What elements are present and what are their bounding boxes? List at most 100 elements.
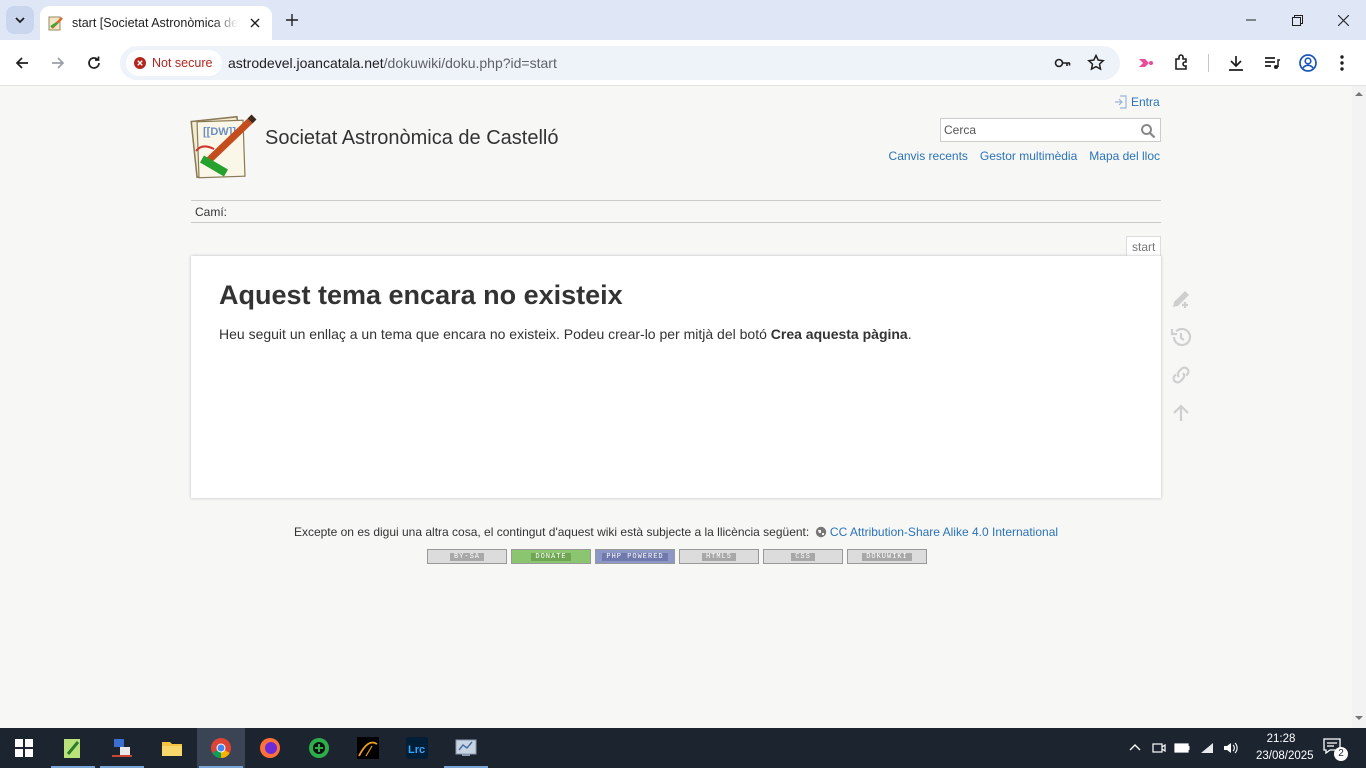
media-manager-link[interactable]: Gestor multimèdia: [980, 149, 1077, 163]
breadcrumb: Camí:: [191, 200, 1161, 223]
warning-icon: [134, 57, 146, 69]
start-button[interactable]: [0, 728, 48, 768]
login-label: Entra: [1131, 95, 1160, 109]
html5-badge[interactable]: HTML5: [679, 549, 759, 564]
menu-button[interactable]: [1330, 51, 1354, 75]
taskbar-app-firefox[interactable]: [246, 728, 294, 768]
dokuwiki-logo[interactable]: [[DW]]: [190, 113, 258, 181]
star-icon: [1087, 54, 1105, 71]
taskbar-app-monitor[interactable]: [442, 728, 490, 768]
close-window-button[interactable]: [1320, 0, 1366, 40]
page-message: Heu seguit un enllaç a un tema que encar…: [219, 326, 912, 342]
page-tools: [1168, 286, 1196, 438]
media-controls-button[interactable]: [1260, 51, 1284, 75]
globe-icon: [815, 526, 826, 538]
recent-changes-link[interactable]: Canvis recents: [889, 149, 968, 163]
notepad-app-icon: [64, 739, 80, 758]
notification-count: 2: [1334, 747, 1348, 761]
old-revisions-icon: [1170, 327, 1192, 347]
tray-battery[interactable]: [1174, 740, 1190, 756]
taskbar-app-lightroom[interactable]: Lrc: [393, 728, 441, 768]
media-queue-icon: [1265, 57, 1280, 69]
tray-meet-now[interactable]: [1151, 740, 1167, 756]
taskbar-app-notepad-plus[interactable]: [49, 728, 97, 768]
badge-label: CSS: [791, 552, 815, 561]
search-box: [940, 118, 1161, 142]
message-end: .: [907, 326, 912, 342]
folder-icon: [162, 742, 182, 756]
forward-button[interactable]: [44, 49, 72, 77]
site-title[interactable]: Societat Astronòmica de Castelló: [265, 127, 559, 150]
page-scrollbar[interactable]: [1352, 86, 1366, 728]
license-link[interactable]: CC Attribution-Share Alike 4.0 Internati…: [830, 525, 1058, 539]
restore-button[interactable]: [1274, 0, 1320, 40]
svg-text:Lrc: Lrc: [408, 744, 425, 756]
breadcrumb-label: Camí:: [195, 205, 228, 219]
url-host: astrodevel.joancatala.net: [228, 55, 384, 71]
login-link[interactable]: Entra: [1114, 95, 1160, 109]
create-page-button[interactable]: [1168, 286, 1194, 312]
tray-volume[interactable]: [1222, 740, 1238, 756]
css-badge[interactable]: CSS: [763, 549, 843, 564]
lightroom-icon: Lrc: [406, 737, 428, 759]
show-hidden-icons-button[interactable]: [1127, 740, 1143, 756]
taskbar-app-astro[interactable]: [344, 728, 392, 768]
badge-label: BY-SA: [449, 552, 484, 561]
site-info-chip[interactable]: Not secure: [126, 50, 223, 76]
profile-button[interactable]: [1296, 51, 1320, 75]
back-to-top-button[interactable]: [1168, 400, 1194, 426]
tab-search-button[interactable]: [6, 6, 34, 34]
search-input[interactable]: [941, 119, 1131, 141]
address-bar[interactable]: Not secure astrodevel.joancatala.net/dok…: [120, 46, 1120, 80]
extensions-button[interactable]: [1170, 51, 1194, 75]
taskbar-clock[interactable]: 21:28 23/08/2025: [1256, 731, 1314, 765]
scroll-down-icon[interactable]: [1355, 714, 1363, 722]
backlinks-icon: [1172, 366, 1190, 384]
notification-center-button[interactable]: 2: [1322, 736, 1348, 761]
search-icon[interactable]: [1140, 123, 1156, 139]
extension-button[interactable]: [1134, 51, 1158, 75]
taskbar-app-chrome[interactable]: [197, 728, 245, 768]
php-badge[interactable]: PHP POWERED: [595, 549, 675, 564]
security-label: Not secure: [152, 56, 213, 70]
old-revisions-button[interactable]: [1168, 324, 1194, 350]
browser-tabstrip: start [Societat Astronòmica de Castelló]: [0, 0, 1366, 40]
back-button[interactable]: [8, 49, 36, 77]
web-page: Entra [[DW]] Societat Astronòmica de Cas…: [0, 86, 1352, 728]
firefox-icon: [260, 738, 280, 758]
page-heading: Aquest tema encara no existeix: [219, 280, 623, 310]
tab-close-button[interactable]: [246, 14, 264, 32]
arrow-left-icon: [15, 57, 28, 69]
scroll-up-icon[interactable]: [1355, 90, 1363, 98]
key-icon: [1054, 58, 1071, 68]
minimize-button[interactable]: [1228, 0, 1274, 40]
badge-label: PHP POWERED: [602, 552, 668, 561]
browser-tab-active[interactable]: start [Societat Astronòmica de Castelló]: [40, 6, 272, 40]
extension-arrow-icon: [1139, 59, 1153, 67]
url-path: /dokuwiki/doku.php?id=start: [383, 55, 557, 71]
taskbar-app-green-circle[interactable]: [295, 728, 343, 768]
sitemap-link[interactable]: Mapa del lloc: [1089, 149, 1160, 163]
taskbar: Lrc 21:28 23/08/2025 2: [0, 728, 1366, 768]
dokuwiki-badge[interactable]: DOKUWIKI: [847, 549, 927, 564]
taskbar-app-file-explorer[interactable]: [148, 728, 196, 768]
tray-network[interactable]: [1199, 740, 1215, 756]
page-id-tab: start: [1126, 236, 1162, 257]
new-tab-button[interactable]: [280, 8, 304, 32]
network-app-icon: [112, 739, 132, 757]
backlinks-button[interactable]: [1168, 362, 1194, 388]
create-page-label: Crea aquesta pàgina: [770, 326, 908, 342]
downloads-button[interactable]: [1224, 51, 1248, 75]
reload-button[interactable]: [80, 49, 108, 77]
badge-label: DONATE: [531, 552, 571, 561]
password-key-button[interactable]: [1053, 53, 1073, 73]
taskbar-app-network[interactable]: [98, 728, 146, 768]
donate-badge[interactable]: DONATE: [511, 549, 591, 564]
cc-by-sa-badge[interactable]: BY-SA: [427, 549, 507, 564]
bookmark-button[interactable]: [1086, 53, 1106, 73]
url-text[interactable]: astrodevel.joancatala.net/dokuwiki/doku.…: [228, 55, 557, 71]
clock-date: 23/08/2025: [1256, 750, 1314, 762]
astro-app-icon: [357, 737, 379, 759]
wifi-icon: [1201, 743, 1213, 753]
download-icon: [1229, 56, 1243, 71]
